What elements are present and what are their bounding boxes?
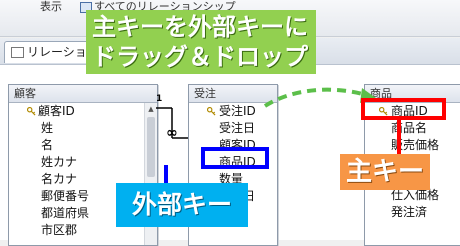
drag-arrow xyxy=(263,87,371,108)
primary-key-highlight xyxy=(361,98,446,120)
foreign-key-highlight xyxy=(201,147,269,169)
relationship-one-label: 1 xyxy=(156,94,163,104)
relationship-many-label: ∞ xyxy=(166,125,178,141)
primary-key-callout: 主キー xyxy=(340,154,430,190)
foreign-key-callout: 外部キー xyxy=(116,183,248,227)
drag-drop-callout: 主キーを外部キーにドラッグ＆ドロップ xyxy=(86,10,316,74)
